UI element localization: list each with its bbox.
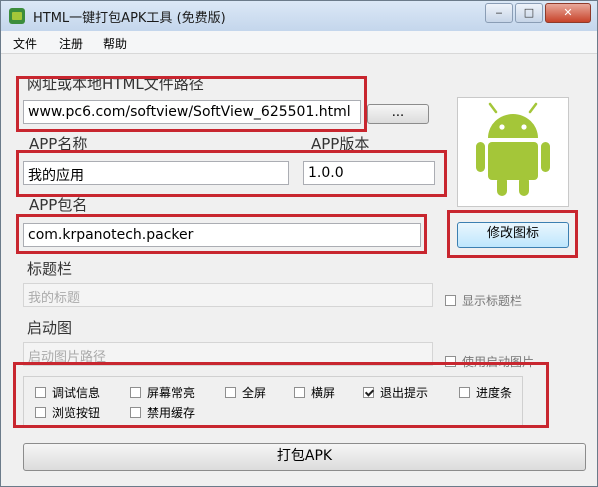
browse-button[interactable]: ...: [367, 104, 429, 124]
menu-help[interactable]: 帮助: [103, 35, 127, 52]
maximize-button[interactable]: □: [515, 3, 543, 23]
menu-file[interactable]: 文件: [13, 35, 37, 52]
show-titlebar-label: 显示标题栏: [462, 294, 523, 308]
highlight-options: [13, 362, 549, 428]
menu-bar: 文件 注册 帮助: [1, 31, 597, 54]
highlight-package: [16, 214, 427, 254]
android-robot-icon: [476, 102, 550, 196]
window-controls: ‒ □ ✕: [485, 3, 591, 23]
titlebar-input[interactable]: 我的标题: [23, 283, 433, 307]
splash-label: 启动图: [27, 319, 73, 337]
highlight-name-version: [16, 150, 447, 197]
menu-register[interactable]: 注册: [59, 35, 83, 52]
window-title: HTML一键打包APK工具 (免费版): [33, 11, 226, 26]
close-button[interactable]: ✕: [545, 3, 591, 23]
title-bar[interactable]: HTML一键打包APK工具 (免费版) ‒ □ ✕: [1, 1, 597, 31]
highlight-change-icon: [447, 210, 578, 258]
app-icon: [9, 8, 25, 24]
titlebar-label: 标题栏: [27, 260, 73, 278]
icon-preview-panel: [457, 97, 569, 207]
highlight-url: [16, 76, 367, 132]
package-label: APP包名: [29, 196, 88, 214]
checkbox-box: [445, 295, 456, 306]
show-titlebar-checkbox[interactable]: 显示标题栏: [445, 292, 522, 309]
pack-apk-button[interactable]: 打包APK: [23, 443, 586, 471]
app-window: HTML一键打包APK工具 (免费版) ‒ □ ✕ 文件 注册 帮助 网址或本地…: [0, 0, 598, 487]
minimize-button[interactable]: ‒: [485, 3, 513, 23]
